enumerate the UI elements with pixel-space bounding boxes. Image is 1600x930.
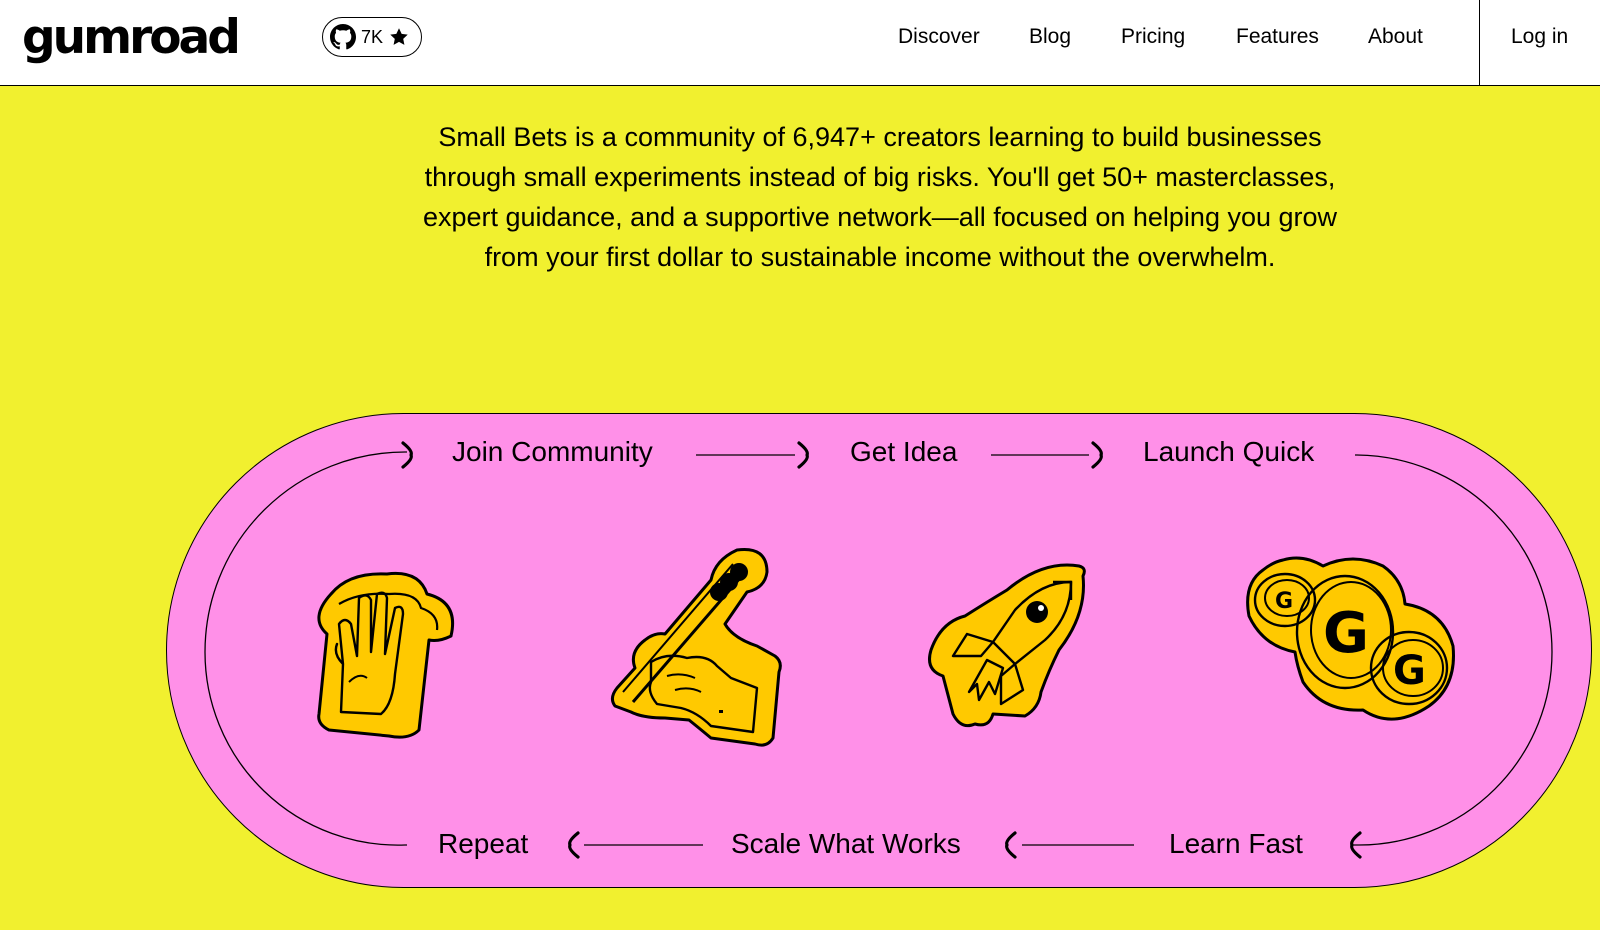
star-icon <box>388 26 410 48</box>
hand-writing-pencil-icon <box>610 547 782 747</box>
arrow-left-icon <box>568 831 580 859</box>
raised-hand-icon <box>317 571 454 739</box>
step-scale-what-works: Scale What Works <box>731 828 961 859</box>
svg-text:G: G <box>1393 648 1426 694</box>
svg-text:G: G <box>1275 589 1293 614</box>
github-stars-badge[interactable]: 7K <box>322 17 422 57</box>
login-link[interactable]: Log in <box>1511 24 1568 50</box>
nav-blog[interactable]: Blog <box>1029 24 1071 50</box>
nav-pricing[interactable]: Pricing <box>1121 24 1185 50</box>
github-icon <box>330 24 356 50</box>
nav-discover[interactable]: Discover <box>898 24 980 50</box>
step-get-idea: Get Idea <box>850 436 958 467</box>
step-join-community: Join Community <box>452 436 653 467</box>
arrow-left-icon <box>1005 831 1017 859</box>
gumroad-coins-icon: G G G <box>1246 556 1455 721</box>
arrow-right-icon <box>1091 441 1103 469</box>
community-description: Small Bets is a community of 6,947+ crea… <box>422 122 1338 272</box>
site-header: gumroad 7K Discover Blog Pricing Feature… <box>0 0 1600 86</box>
step-launch-quick: Launch Quick <box>1143 436 1315 467</box>
rocket-icon <box>928 563 1086 728</box>
step-learn-fast: Learn Fast <box>1169 828 1303 859</box>
nav-features[interactable]: Features <box>1236 24 1319 50</box>
growth-cycle: Join Community Get Idea Launch Quick Rep… <box>166 413 1592 888</box>
step-repeat: Repeat <box>438 828 529 859</box>
login-container: Log in <box>1479 0 1600 86</box>
arrow-right-icon <box>401 441 413 469</box>
github-star-count: 7K <box>361 27 384 47</box>
gumroad-logo[interactable]: gumroad <box>22 13 241 63</box>
svg-text:G: G <box>1323 601 1369 666</box>
nav-about[interactable]: About <box>1368 24 1423 50</box>
arrow-right-icon <box>797 441 809 469</box>
